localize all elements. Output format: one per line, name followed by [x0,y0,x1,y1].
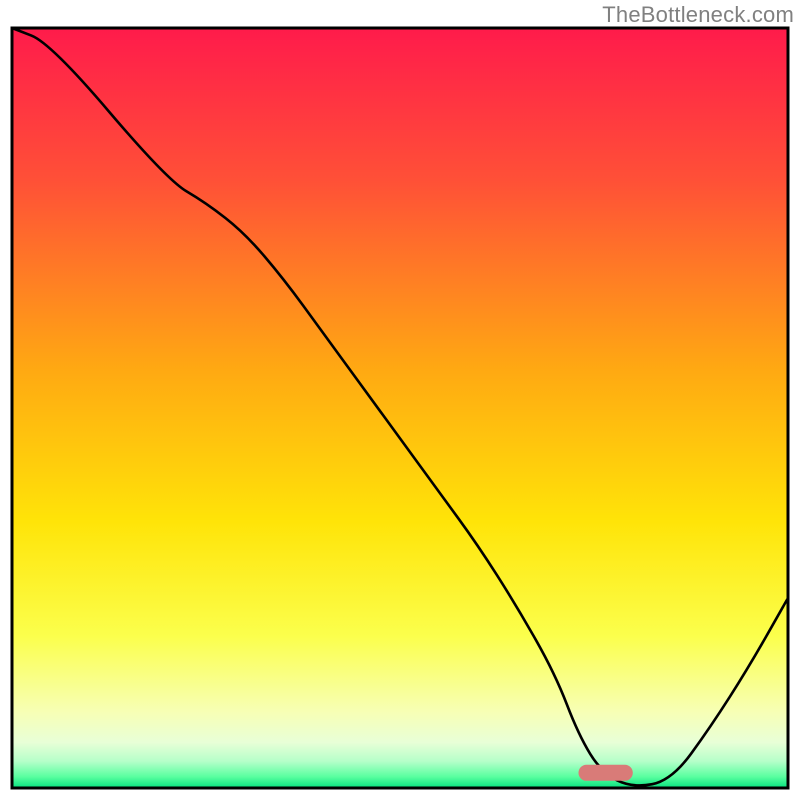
watermark-text: TheBottleneck.com [602,2,794,28]
optimum-marker [578,765,632,781]
chart-container: TheBottleneck.com [0,0,800,800]
bottleneck-chart [0,0,800,800]
